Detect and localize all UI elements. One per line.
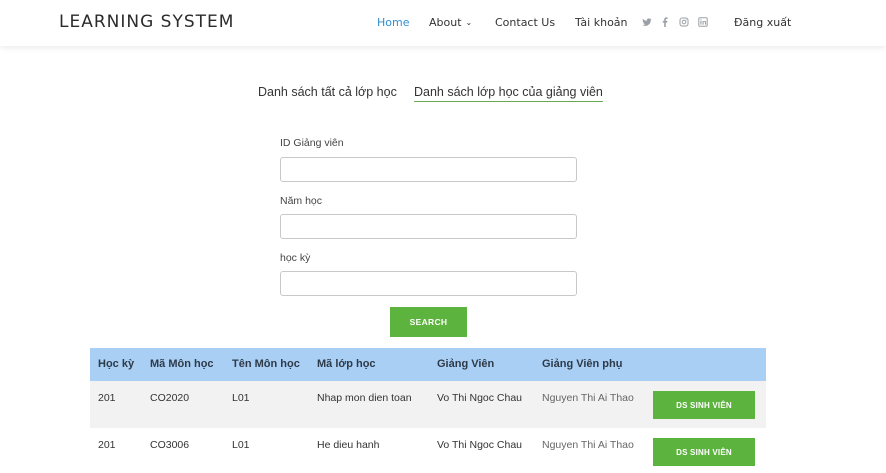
cell-class-code: Nhap mon dien toan [317,392,412,404]
cell-course-name: L01 [232,439,250,451]
cell-lecturer: Vo Thi Ngoc Chau [437,439,523,451]
table-row: 201 CO3006 L01 He dieu hanh Vo Thi Ngoc … [90,428,766,473]
cell-assistant: Nguyen Thi Ai Thao [542,439,634,451]
nav-about-label: About [429,16,462,29]
header-course-name: Tên Môn học [232,358,300,370]
cell-lecturer: Vo Thi Ngoc Chau [437,392,523,404]
student-list-button[interactable]: DS SINH VIÊN [653,391,755,419]
semester-label: học kỳ [280,252,311,264]
nav-logout-link[interactable]: Đăng xuất [734,16,791,29]
semester-input[interactable] [280,271,577,296]
nav-home-link[interactable]: Home [377,16,409,29]
header-class-code: Mã lớp học [317,358,376,370]
cell-semester: 201 [98,392,116,404]
nav-contact-link[interactable]: Contact Us [495,16,555,29]
tab-lecturer-classes[interactable]: Danh sách lớp học của giảng viên [414,85,603,102]
student-list-button[interactable]: DS SINH VIÊN [653,438,755,466]
nav-about-dropdown[interactable]: About ⌄ [429,16,472,29]
header-assistant: Giảng Viên phụ [542,358,623,370]
table-row: 201 CO2020 L01 Nhap mon dien toan Vo Thi… [90,381,766,428]
cell-semester: 201 [98,439,116,451]
instagram-icon[interactable] [678,16,690,28]
lecturer-id-label: ID Giảng viên [280,137,344,149]
linkedin-icon[interactable] [697,16,709,28]
cell-course-name: L01 [232,392,250,404]
header-semester: Học kỳ [98,358,135,370]
cell-assistant: Nguyen Thi Ai Thao [542,392,634,404]
cell-class-code: He dieu hanh [317,439,380,451]
tab-all-classes[interactable]: Danh sách tất cả lớp học [258,85,397,101]
nav-account-link[interactable]: Tài khoản [575,16,628,29]
chevron-down-icon: ⌄ [465,18,473,27]
top-navbar: LEARNING SYSTEM Home About ⌄ Contact Us T… [0,0,886,46]
header-lecturer: Giảng Viên [437,358,495,370]
header-course-code: Mã Môn học [150,358,214,370]
cell-course-code: CO3006 [150,439,190,451]
table-header: Học kỳ Mã Môn học Tên Môn học Mã lớp học… [90,348,766,381]
cell-course-code: CO2020 [150,392,190,404]
brand-logo[interactable]: LEARNING SYSTEM [59,12,234,32]
year-input[interactable] [280,214,577,239]
lecturer-id-input[interactable] [280,157,577,182]
twitter-icon[interactable] [641,16,653,28]
facebook-icon[interactable] [659,16,671,28]
search-button[interactable]: SEARCH [390,307,467,337]
year-label: Năm học [280,195,323,207]
